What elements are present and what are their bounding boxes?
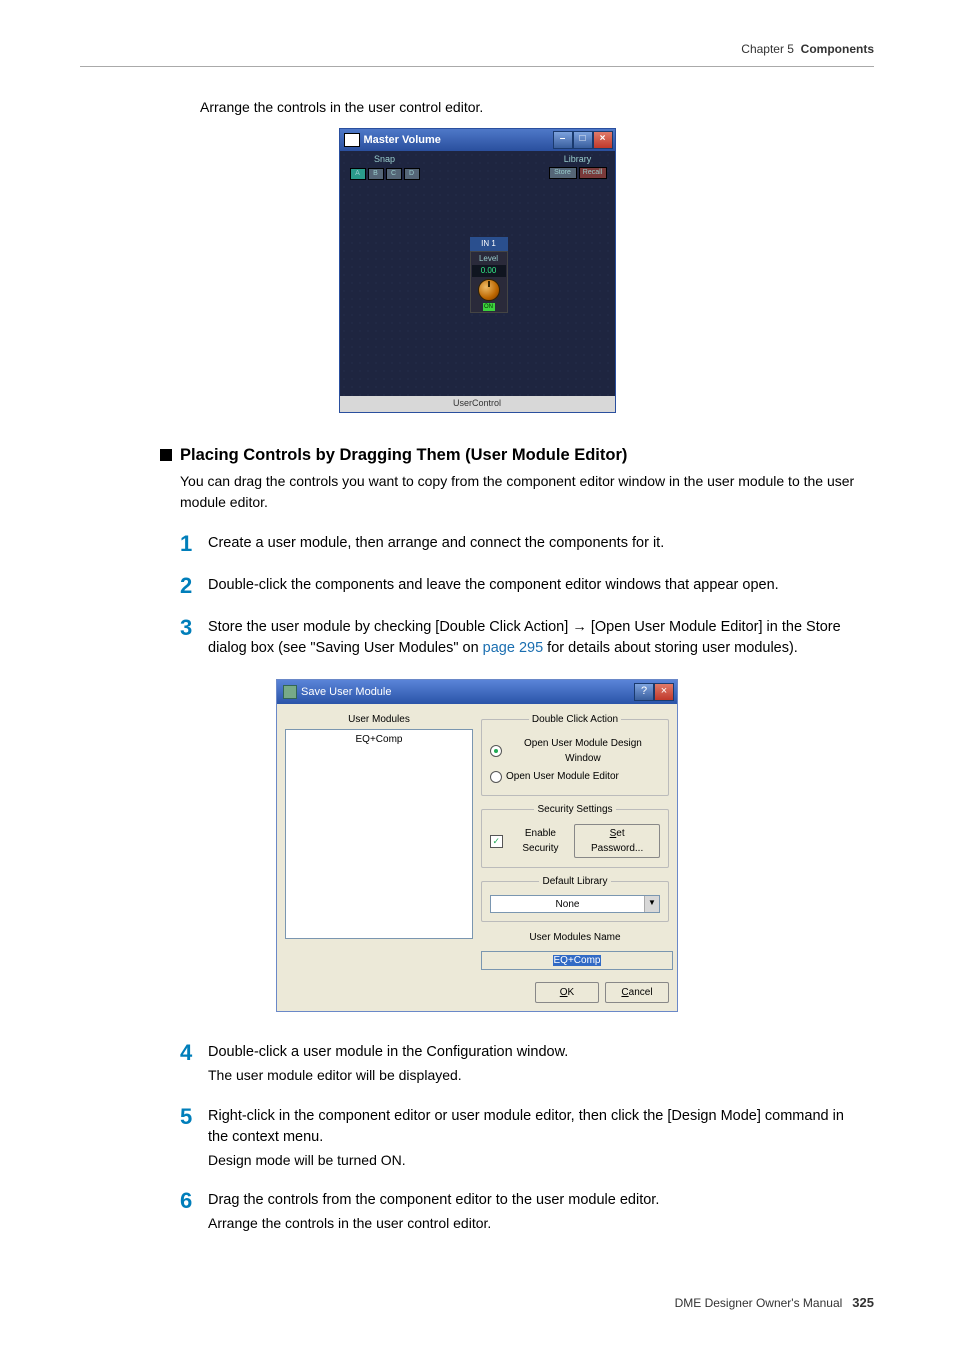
list-item[interactable]: EQ+Comp [288, 732, 470, 747]
level-label: Level [472, 253, 506, 265]
radio-open-design-window[interactable]: Open User Module Design Window [490, 736, 660, 766]
figure-master-volume: Master Volume – □ × Snap A B C D [80, 128, 874, 413]
chapter-title: Components [801, 42, 874, 56]
cancel-button[interactable]: Cancel [605, 982, 669, 1003]
user-modules-label: User Modules [285, 712, 473, 727]
save-user-module-dialog: Save User Module ? × User Modules EQ+Com… [276, 679, 678, 1012]
recall-button[interactable]: Recall [579, 167, 607, 179]
snap-a-button[interactable]: A [350, 168, 366, 180]
radio-label: Open User Module Design Window [506, 736, 660, 766]
intro-text: Arrange the controls in the user control… [200, 97, 874, 118]
page-link[interactable]: page 295 [483, 640, 543, 656]
snap-d-button[interactable]: D [404, 168, 420, 180]
close-button[interactable]: × [593, 131, 613, 149]
level-value: 0.00 [472, 265, 506, 277]
section-heading: Placing Controls by Dragging Them (User … [160, 443, 874, 468]
step-text: Drag the controls from the component edi… [208, 1190, 864, 1233]
checkbox-label: Enable Security [507, 826, 575, 856]
double-click-action-group: Double Click Action Open User Module Des… [481, 712, 669, 796]
editor-canvas[interactable]: Snap A B C D Library Store Recall [340, 151, 615, 396]
step-3: 3 Store the user module by checking [Dou… [180, 617, 864, 659]
step-number: 2 [180, 575, 198, 597]
step-number: 3 [180, 617, 198, 639]
dialog-icon [283, 685, 297, 699]
page-header: Chapter 5 Components [80, 40, 874, 67]
chevron-down-icon: ▼ [644, 896, 659, 912]
section-title-text: Placing Controls by Dragging Them (User … [180, 443, 627, 468]
step-text: Create a user module, then arrange and c… [208, 533, 864, 554]
step-text: Double-click the components and leave th… [208, 575, 864, 596]
step-1: 1 Create a user module, then arrange and… [180, 533, 864, 555]
dialog-body: User Modules EQ+Comp Double Click Action… [277, 704, 677, 1011]
combo-value: None [491, 896, 644, 912]
group-legend: Security Settings [534, 802, 615, 817]
maximize-button[interactable]: □ [573, 131, 593, 149]
ok-button[interactable]: OK [535, 982, 599, 1003]
group-legend: Double Click Action [529, 712, 621, 727]
step-number: 4 [180, 1042, 198, 1064]
master-volume-window: Master Volume – □ × Snap A B C D [339, 128, 616, 413]
on-button[interactable]: ON [483, 303, 495, 311]
product-label: DME Designer Owner's Manual [675, 1296, 843, 1310]
status-bar: UserControl [340, 396, 615, 412]
section-description: You can drag the controls you want to co… [180, 471, 864, 513]
radio-icon [490, 771, 502, 783]
radio-label: Open User Module Editor [506, 769, 619, 784]
snap-c-button[interactable]: C [386, 168, 402, 180]
radio-open-module-editor[interactable]: Open User Module Editor [490, 769, 660, 784]
dialog-title: Save User Module [301, 684, 392, 701]
step-4: 4 Double-click a user module in the Conf… [180, 1042, 864, 1085]
step-text: Double-click a user module in the Config… [208, 1042, 864, 1085]
minimize-button[interactable]: – [553, 131, 573, 149]
default-library-group: Default Library None ▼ [481, 874, 669, 922]
component-title: IN 1 [470, 237, 508, 251]
group-legend: Default Library [539, 874, 610, 889]
step-6: 6 Drag the controls from the component e… [180, 1190, 864, 1233]
module-name-label: User Modules Name [481, 930, 669, 945]
page-footer: DME Designer Owner's Manual 325 [80, 1293, 874, 1313]
window-titlebar: Master Volume – □ × [340, 129, 615, 151]
app-icon [344, 133, 360, 147]
enable-security-checkbox[interactable]: ✓ Enable Security [490, 826, 574, 856]
step-2: 2 Double-click the components and leave … [180, 575, 864, 597]
checkbox-icon: ✓ [490, 835, 503, 848]
step-number: 5 [180, 1106, 198, 1128]
step-text: Right-click in the component editor or u… [208, 1106, 864, 1170]
window-title: Master Volume [364, 132, 441, 149]
help-button[interactable]: ? [634, 683, 654, 701]
radio-icon [490, 745, 502, 757]
default-library-combo[interactable]: None ▼ [490, 895, 660, 913]
library-group: Library Store Recall [549, 153, 607, 179]
security-settings-group: Security Settings ✓ Enable Security Set … [481, 802, 669, 868]
chapter-label: Chapter 5 [741, 42, 794, 56]
snap-group: Snap A B C D [350, 153, 420, 180]
square-bullet-icon [160, 449, 172, 461]
close-button[interactable]: × [654, 683, 674, 701]
dialog-titlebar: Save User Module ? × [277, 680, 677, 704]
user-modules-list[interactable]: EQ+Comp [285, 729, 473, 939]
snap-b-button[interactable]: B [368, 168, 384, 180]
library-label: Library [549, 153, 607, 167]
module-name-input[interactable]: EQ+Comp [481, 951, 673, 970]
step-number: 6 [180, 1190, 198, 1212]
figure-save-user-module: Save User Module ? × User Modules EQ+Com… [80, 679, 874, 1012]
set-password-button[interactable]: Set Password... [574, 824, 660, 858]
level-component[interactable]: IN 1 Level 0.00 ON [470, 237, 508, 313]
step-text: Store the user module by checking [Doubl… [208, 617, 864, 659]
store-button[interactable]: Store [549, 167, 577, 179]
page-number: 325 [852, 1295, 874, 1310]
step-number: 1 [180, 533, 198, 555]
level-knob[interactable] [478, 279, 500, 301]
step-5: 5 Right-click in the component editor or… [180, 1106, 864, 1170]
snap-label: Snap [350, 153, 420, 167]
